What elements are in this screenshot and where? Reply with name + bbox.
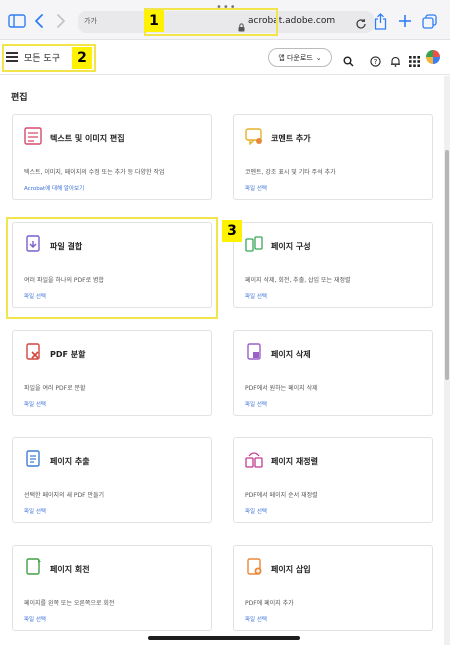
card-description: 페이지를 왼쪽 또는 오른쪽으로 회전 xyxy=(24,600,115,607)
section-title: 편집 xyxy=(11,93,28,103)
card-link[interactable]: 파일 선택 xyxy=(24,400,46,408)
home-indicator[interactable] xyxy=(148,636,300,640)
callout-box-1 xyxy=(144,8,278,36)
callout-number-3: 3 xyxy=(222,220,242,242)
card-title: 코멘트 추가 xyxy=(271,134,311,143)
back-icon[interactable] xyxy=(34,13,44,29)
tool-card[interactable]: PDF 분할 파일을 여러 PDF로 분할 파일 선택 xyxy=(12,330,212,416)
card-description: PDF에서 페이지 순서 재정렬 xyxy=(245,492,318,499)
tool-card[interactable]: 페이지 삭제 PDF에서 원하는 페이지 삭제 파일 선택 xyxy=(233,330,433,416)
callout-box-3 xyxy=(6,217,218,319)
avatar[interactable] xyxy=(426,50,440,64)
download-app-label: 앱 다운로드 xyxy=(278,53,313,62)
tool-card[interactable]: 텍스트 및 이미지 편집 텍스트, 이미지, 페이지의 수정 또는 추가 등 다… xyxy=(12,114,212,200)
card-description: 파일을 여러 PDF로 분할 xyxy=(24,385,86,392)
card-title: 페이지 구성 xyxy=(271,242,311,251)
forward-icon[interactable] xyxy=(56,13,66,29)
card-description: PDF에 페이지 추가 xyxy=(245,600,294,607)
apps-grid-icon[interactable] xyxy=(409,52,420,71)
card-link[interactable]: Acrobat에 대해 알아보기 xyxy=(24,184,84,192)
callout-number-1: 1 xyxy=(144,10,164,32)
chevron-down-icon: ⌄ xyxy=(315,53,322,62)
card-link[interactable]: 파일 선택 xyxy=(245,184,267,192)
share-icon[interactable] xyxy=(374,12,387,30)
card-title: 페이지 추출 xyxy=(50,457,90,466)
card-description: 텍스트, 이미지, 페이지의 수정 또는 추가 등 다양한 작업 xyxy=(24,169,165,176)
card-title: PDF 분할 xyxy=(50,350,86,359)
card-link[interactable]: 파일 선택 xyxy=(24,615,46,623)
scrollbar-thumb[interactable] xyxy=(445,150,449,380)
card-description: 코멘트, 강조 표시 및 기타 주석 추가 xyxy=(245,169,336,176)
help-icon[interactable]: ? xyxy=(370,52,381,71)
card-title: 페이지 삭제 xyxy=(271,350,311,359)
tool-card[interactable]: 페이지 삽입 PDF에 페이지 추가 파일 선택 xyxy=(233,545,433,631)
svg-text:?: ? xyxy=(374,58,378,66)
edit-text-image-icon xyxy=(24,127,42,145)
card-title: 텍스트 및 이미지 편집 xyxy=(50,134,125,143)
extract-pages-icon xyxy=(24,450,42,468)
card-title: 페이지 삽입 xyxy=(271,565,311,574)
card-title: 페이지 회전 xyxy=(50,565,90,574)
card-link[interactable]: 파일 선택 xyxy=(245,400,267,408)
card-link[interactable]: 파일 선택 xyxy=(245,292,267,300)
insert-pages-icon xyxy=(245,558,263,576)
bell-icon[interactable] xyxy=(390,52,401,71)
delete-pages-icon xyxy=(245,343,263,361)
new-tab-icon[interactable] xyxy=(398,13,412,29)
organize-pages-icon xyxy=(245,235,263,253)
card-description: PDF에서 원하는 페이지 삭제 xyxy=(245,385,318,392)
search-icon[interactable] xyxy=(343,52,354,71)
card-description: 페이지 삭제, 회전, 추출, 삽입 또는 재정렬 xyxy=(245,277,351,284)
comment-icon xyxy=(245,127,263,146)
sidebar-icon[interactable] xyxy=(8,13,26,29)
callout-number-2: 2 xyxy=(72,47,92,69)
card-title: 페이지 재정렬 xyxy=(271,457,318,466)
page-format-button[interactable]: 가가 xyxy=(84,16,97,26)
rotate-pages-icon xyxy=(24,558,42,576)
download-app-button[interactable]: 앱 다운로드 ⌄ xyxy=(268,48,332,67)
tool-card[interactable]: 페이지 추출 선택한 페이지의 새 PDF 만들기 파일 선택 xyxy=(12,437,212,523)
split-pdf-icon xyxy=(24,343,42,361)
card-link[interactable]: 파일 선택 xyxy=(24,507,46,515)
tool-card[interactable]: 페이지 재정렬 PDF에서 페이지 순서 재정렬 파일 선택 xyxy=(233,437,433,523)
card-link[interactable]: 파일 선택 xyxy=(245,507,267,515)
tool-card[interactable]: 코멘트 추가 코멘트, 강조 표시 및 기타 주석 추가 파일 선택 xyxy=(233,114,433,200)
tool-card[interactable]: 페이지 회전 페이지를 왼쪽 또는 오른쪽으로 회전 파일 선택 xyxy=(12,545,212,631)
card-description: 선택한 페이지의 새 PDF 만들기 xyxy=(24,492,105,499)
tool-card[interactable]: 페이지 구성 페이지 삭제, 회전, 추출, 삽입 또는 재정렬 파일 선택 xyxy=(233,222,433,308)
reorder-pages-icon xyxy=(245,450,263,468)
card-link[interactable]: 파일 선택 xyxy=(245,615,267,623)
tabs-overview-icon[interactable] xyxy=(422,13,437,29)
reload-icon[interactable] xyxy=(355,15,367,34)
